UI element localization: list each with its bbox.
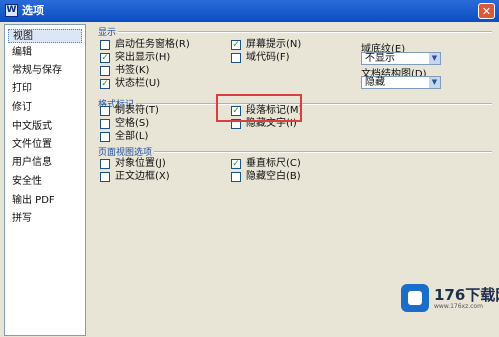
wps-app-icon: W: [5, 4, 18, 17]
sidebar-item-file-locations[interactable]: 文件位置: [8, 138, 82, 152]
sidebar-item-view[interactable]: 视图: [8, 29, 82, 43]
display-group-label: 显示: [96, 25, 119, 38]
checkbox[interactable]: [231, 172, 241, 182]
sidebar-item-revisions[interactable]: 修订: [8, 101, 82, 115]
sidebar-item-security[interactable]: 安全性: [8, 175, 82, 189]
chevron-down-icon[interactable]: ▼: [429, 77, 440, 88]
option-label: 垂直标尺(C): [246, 158, 301, 169]
sidebar-item-edit[interactable]: 编辑: [8, 46, 82, 60]
checkbox[interactable]: [100, 119, 110, 129]
checkbox[interactable]: ✓: [231, 40, 241, 50]
sidebar-item-output-pdf[interactable]: 输出 PDF: [8, 194, 82, 208]
checkbox[interactable]: ✓: [100, 53, 110, 63]
checkbox[interactable]: [100, 159, 110, 169]
field-shading-select[interactable]: 不显示 ▼: [361, 52, 441, 65]
display-group-divider: [96, 31, 492, 33]
checkbox[interactable]: [231, 53, 241, 63]
sidebar-item-spelling[interactable]: 拼写: [8, 212, 82, 226]
checkbox[interactable]: [100, 132, 110, 142]
page-view-group-divider: [96, 151, 492, 153]
annotation-highlight-box: [216, 94, 302, 122]
option-label: 书签(K): [115, 65, 150, 76]
checkbox[interactable]: [100, 106, 110, 116]
sidebar-item-print[interactable]: 打印: [8, 82, 82, 96]
option-label: 屏幕提示(N): [246, 39, 302, 50]
page-view-group-label: 页面视图选项: [96, 145, 155, 158]
checkbox[interactable]: [100, 172, 110, 182]
close-button[interactable]: ✕: [478, 3, 495, 19]
title-bar: W 选项 ✕: [0, 0, 499, 22]
window-title: 选项: [22, 4, 44, 17]
checkbox[interactable]: [100, 40, 110, 50]
option-label: 对象位置(J): [115, 158, 166, 169]
doc-map-value: 隐藏: [365, 77, 385, 88]
doc-map-select[interactable]: 隐藏 ▼: [361, 76, 441, 89]
field-shading-value: 不显示: [365, 53, 395, 64]
checkbox[interactable]: ✓: [100, 79, 110, 89]
option-label: 制表符(T): [115, 105, 159, 116]
sidebar-item-chinese-layout[interactable]: 中文版式: [8, 120, 82, 134]
options-category-list: 视图 编辑 常规与保存 打印 修订 中文版式 文件位置 用户信息 安全性 输出 …: [4, 24, 86, 336]
chevron-down-icon[interactable]: ▼: [429, 53, 440, 64]
option-label: 正文边框(X): [115, 171, 170, 182]
watermark-brand: 176下载网: [434, 286, 499, 304]
option-label: 隐藏空白(B): [246, 171, 301, 182]
sidebar-item-user-info[interactable]: 用户信息: [8, 156, 82, 170]
sidebar-item-general-save[interactable]: 常规与保存: [8, 64, 82, 78]
option-label: 域代码(F): [246, 52, 290, 63]
watermark-url: www.176xz.com: [434, 303, 483, 310]
checkbox[interactable]: [100, 66, 110, 76]
checkbox[interactable]: ✓: [231, 159, 241, 169]
option-label: 启动任务窗格(R): [115, 39, 190, 50]
option-label: 突出显示(H): [115, 52, 171, 63]
option-label: 空格(S): [115, 118, 150, 129]
option-label: 状态栏(U): [115, 78, 161, 89]
option-label: 全部(L): [115, 131, 149, 142]
site-logo-icon: [401, 284, 429, 312]
